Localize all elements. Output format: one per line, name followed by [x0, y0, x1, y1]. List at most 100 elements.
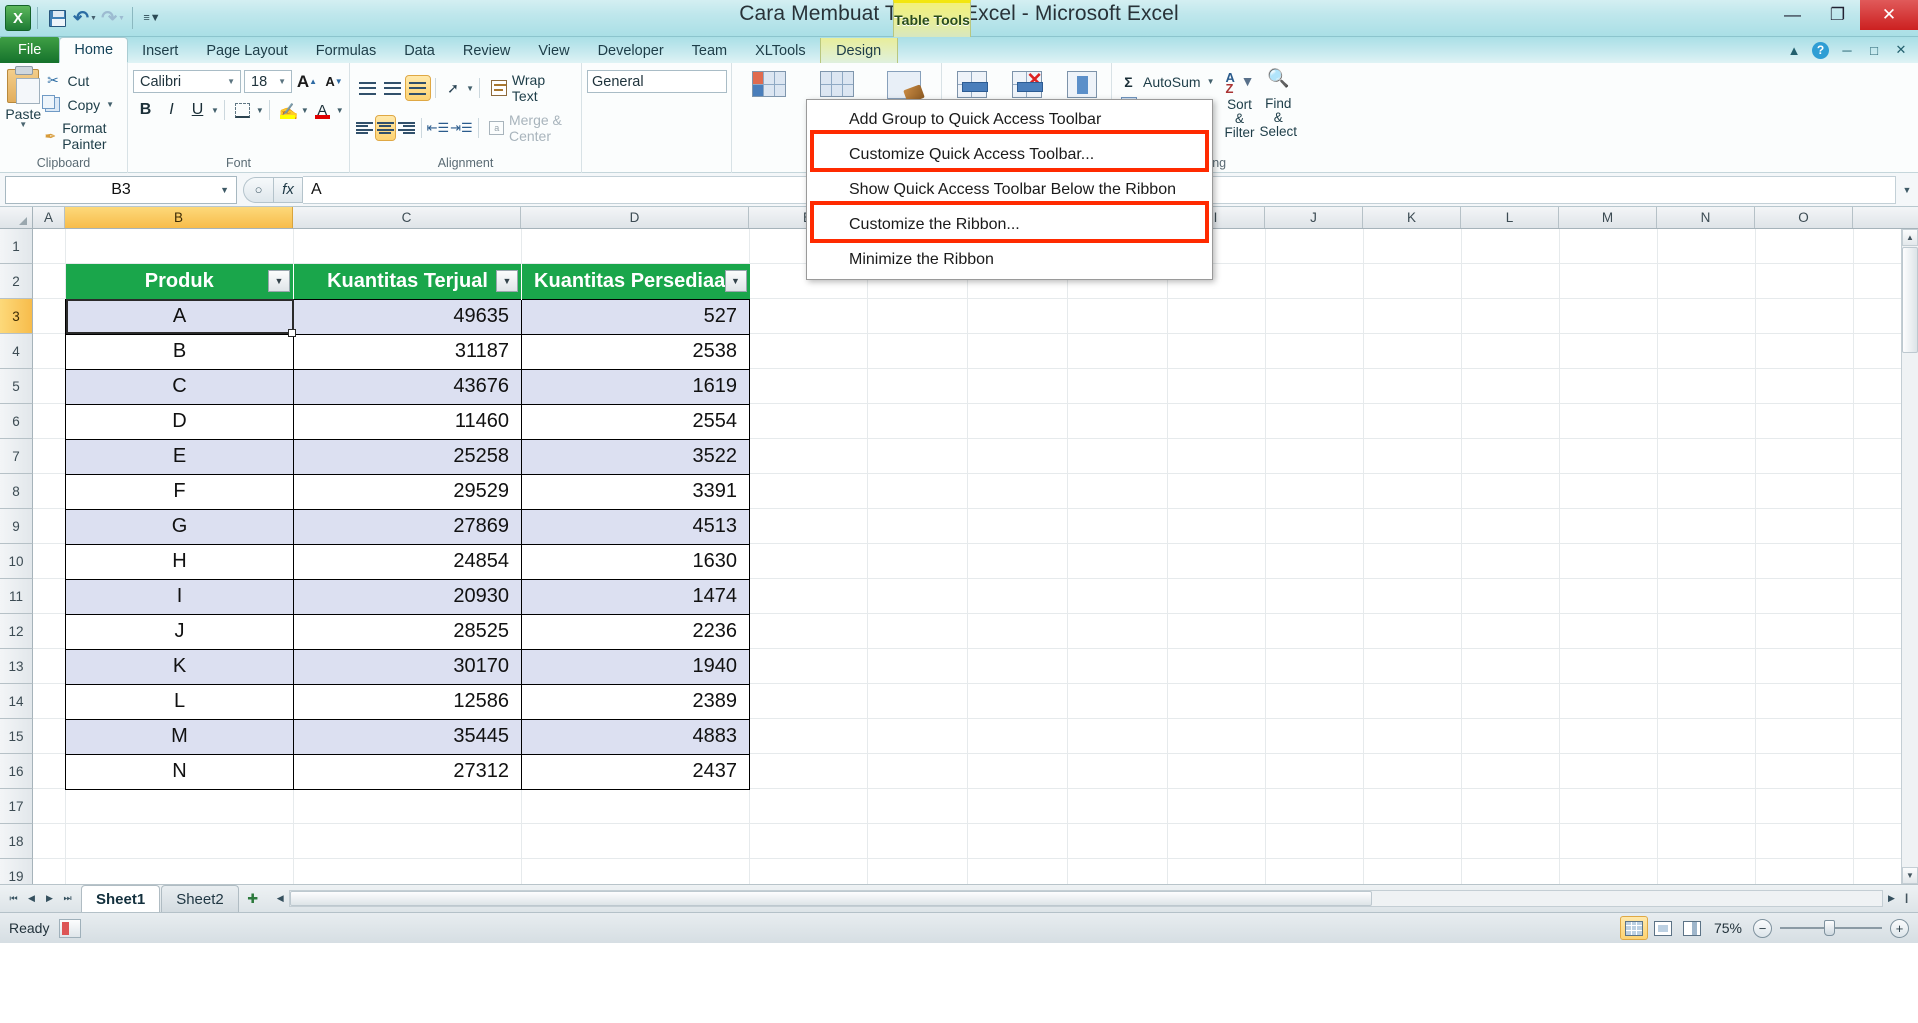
cell-B6[interactable]: D: [65, 403, 294, 440]
cell-D16[interactable]: 2437: [521, 753, 750, 790]
minimize-ribbon-icon[interactable]: ▲: [1785, 41, 1803, 59]
scroll-up-button[interactable]: ▲: [1902, 229, 1918, 246]
align-bottom-button[interactable]: [404, 75, 431, 101]
row-header-1[interactable]: 1: [0, 229, 33, 264]
chevron-down-icon[interactable]: ▼: [275, 77, 289, 86]
font-color-button[interactable]: A: [310, 98, 335, 122]
cell-B15[interactable]: M: [65, 718, 294, 755]
undo-icon[interactable]: ↶ ▼: [72, 5, 98, 31]
table-row[interactable]: L 12586 2389: [65, 683, 750, 720]
menu-item-minimize-ribbon[interactable]: Minimize the Ribbon: [807, 242, 1212, 277]
previous-sheet-icon[interactable]: ◀: [23, 889, 40, 909]
cell-B4[interactable]: B: [65, 333, 294, 370]
tab-data[interactable]: Data: [390, 38, 449, 63]
table-row[interactable]: A 49635 527: [65, 298, 750, 337]
cell-D9[interactable]: 4513: [521, 508, 750, 545]
cell-B14[interactable]: L: [65, 683, 294, 720]
row-header-13[interactable]: 13: [0, 649, 33, 684]
tab-design[interactable]: Design: [819, 38, 898, 63]
next-sheet-icon[interactable]: ▶: [41, 889, 58, 909]
merge-center-button[interactable]: a Merge & Center: [483, 110, 588, 146]
cell-D4[interactable]: 2538: [521, 333, 750, 370]
table-row[interactable]: B 31187 2538: [65, 333, 750, 370]
excel-logo-icon[interactable]: X: [5, 5, 31, 31]
first-sheet-icon[interactable]: ⏮: [5, 889, 22, 909]
split-handle[interactable]: ▎: [1900, 890, 1918, 907]
sheet-canvas[interactable]: Produk ▼ Kuantitas Terjual ▼ Kuantitas P…: [33, 229, 1918, 884]
maximize-window-icon[interactable]: □: [1865, 41, 1883, 59]
table-row[interactable]: N 27312 2437: [65, 753, 750, 790]
align-center-button[interactable]: [374, 115, 397, 141]
underline-button[interactable]: U: [185, 98, 210, 122]
font-name-combo[interactable]: Calibri ▼: [133, 70, 241, 93]
cell-C6[interactable]: 11460: [293, 403, 522, 440]
tab-page-layout[interactable]: Page Layout: [192, 38, 301, 63]
table-header-produk[interactable]: Produk ▼: [65, 264, 294, 299]
row-header-5[interactable]: 5: [0, 369, 33, 404]
chevron-down-icon[interactable]: ▼: [220, 185, 229, 195]
zoom-slider-thumb[interactable]: [1823, 920, 1835, 936]
cell-D15[interactable]: 4883: [521, 718, 750, 755]
cell-D3[interactable]: 527: [521, 298, 750, 335]
row-header-14[interactable]: 14: [0, 684, 33, 719]
orientation-button[interactable]: ➚: [441, 76, 465, 100]
cell-B16[interactable]: N: [65, 753, 294, 790]
row-header-18[interactable]: 18: [0, 824, 33, 859]
sheet-tab-sheet2[interactable]: Sheet2: [161, 885, 239, 912]
font-size-combo[interactable]: 18 ▼: [244, 70, 292, 93]
table-header-kuantitas-terjual[interactable]: Kuantitas Terjual ▼: [293, 264, 522, 299]
page-break-view-button[interactable]: [1679, 917, 1705, 939]
customize-qat-icon[interactable]: ≡▼: [139, 5, 165, 31]
bold-button[interactable]: B: [133, 98, 158, 122]
tab-xltools[interactable]: XLTools: [741, 38, 820, 63]
find-select-button[interactable]: 🔍 Find & Select: [1259, 69, 1297, 139]
quick-access-context-menu[interactable]: Add Group to Quick Access Toolbar Custom…: [806, 99, 1213, 280]
last-sheet-icon[interactable]: ⏭: [59, 889, 76, 909]
row-header-16[interactable]: 16: [0, 754, 33, 789]
grow-font-button[interactable]: A ▲: [295, 70, 319, 93]
filter-dropdown-icon[interactable]: ▼: [724, 270, 747, 293]
restore-window-icon[interactable]: ─: [1838, 41, 1856, 59]
increase-indent-button[interactable]: ⇥☰: [450, 116, 473, 140]
table-header-kuantitas-persediaan[interactable]: Kuantitas Persediaan ▼: [521, 264, 750, 299]
row-header-7[interactable]: 7: [0, 439, 33, 474]
scroll-down-button[interactable]: ▼: [1902, 867, 1918, 884]
tab-team[interactable]: Team: [678, 38, 741, 63]
column-header-K[interactable]: K: [1363, 207, 1461, 228]
column-header-D[interactable]: D: [521, 207, 749, 228]
cell-D6[interactable]: 2554: [521, 403, 750, 440]
fill-color-button[interactable]: ✍: [275, 98, 300, 122]
save-icon[interactable]: [44, 5, 70, 31]
restore-window-button[interactable]: ❐: [1815, 0, 1860, 30]
close-window-button[interactable]: ✕: [1860, 0, 1918, 30]
sheet-tab-sheet1[interactable]: Sheet1: [81, 885, 161, 912]
sort-filter-button[interactable]: A Z ▼ Sort & Filter: [1224, 69, 1256, 140]
tab-file[interactable]: File: [0, 37, 60, 63]
cell-D8[interactable]: 3391: [521, 473, 750, 510]
cancel-icon[interactable]: ○: [243, 176, 273, 203]
minimize-window-button[interactable]: —: [1770, 0, 1815, 30]
chevron-down-icon[interactable]: ▼: [466, 84, 474, 93]
cell-C3[interactable]: 49635: [293, 298, 522, 335]
row-header-11[interactable]: 11: [0, 579, 33, 614]
help-icon[interactable]: ?: [1812, 41, 1829, 59]
zoom-in-button[interactable]: +: [1890, 918, 1909, 938]
cell-C8[interactable]: 29529: [293, 473, 522, 510]
zoom-slider[interactable]: [1780, 919, 1882, 938]
menu-item-show-qat-below-ribbon[interactable]: Show Quick Access Toolbar Below the Ribb…: [807, 172, 1212, 207]
row-header-12[interactable]: 12: [0, 614, 33, 649]
cell-C11[interactable]: 20930: [293, 578, 522, 615]
chevron-down-icon[interactable]: ▼: [211, 106, 219, 115]
column-header-C[interactable]: C: [293, 207, 521, 228]
table-row[interactable]: C 43676 1619: [65, 368, 750, 405]
tab-formulas[interactable]: Formulas: [302, 38, 390, 63]
table-row[interactable]: J 28525 2236: [65, 613, 750, 650]
wrap-text-button[interactable]: Wrap Text: [485, 70, 576, 106]
row-header-8[interactable]: 8: [0, 474, 33, 509]
zoom-out-button[interactable]: −: [1753, 918, 1772, 938]
quick-access-toolbar[interactable]: X ↶ ▼ ↷ ▼ ≡▼: [0, 0, 165, 36]
column-header-A[interactable]: A: [33, 207, 65, 228]
cell-C4[interactable]: 31187: [293, 333, 522, 370]
sheet-nav-buttons[interactable]: ⏮ ◀ ▶ ⏭: [0, 885, 81, 912]
cell-C10[interactable]: 24854: [293, 543, 522, 580]
